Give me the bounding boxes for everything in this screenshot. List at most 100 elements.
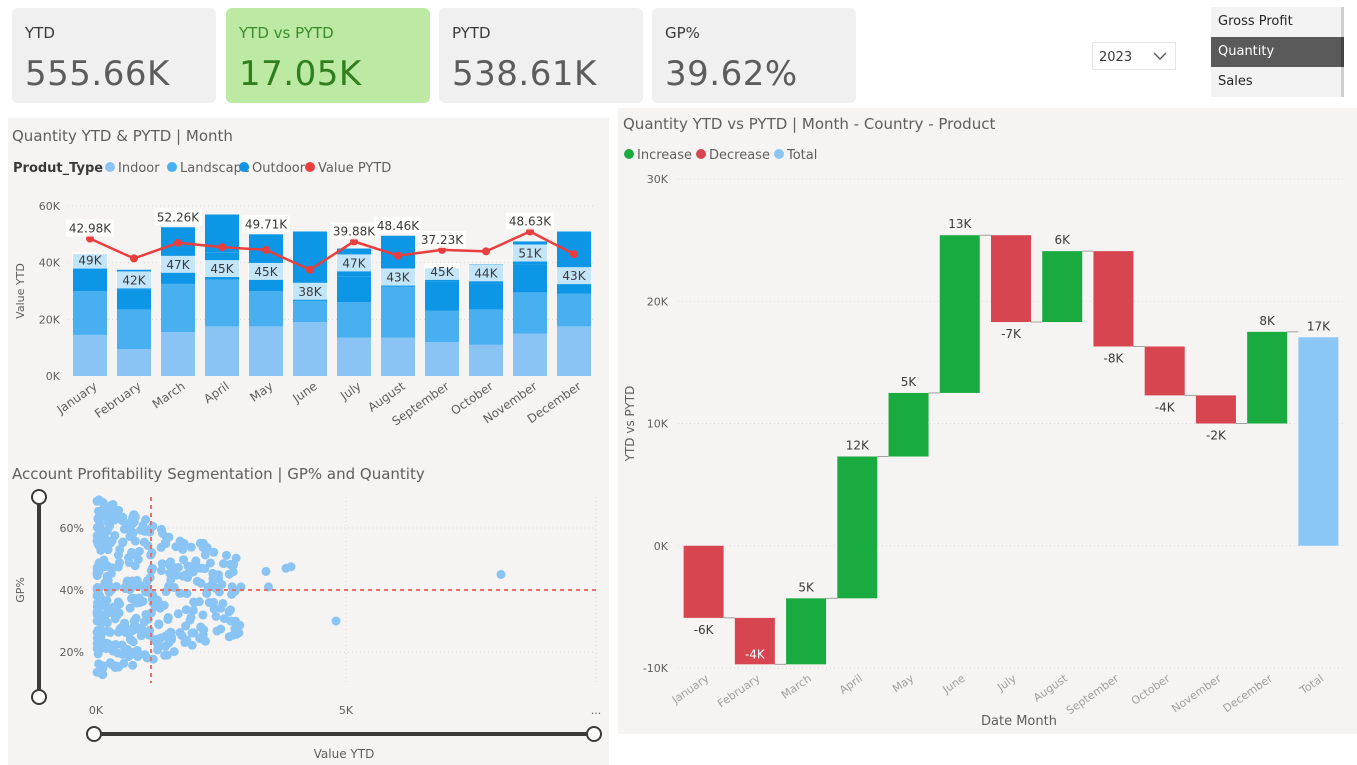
legend-title: Produt_Type xyxy=(13,161,103,176)
bar-segment xyxy=(337,337,371,376)
data-label: 42K xyxy=(122,273,146,287)
scatter-point xyxy=(207,579,217,589)
legend-label: Increase xyxy=(637,148,692,163)
bar-segment xyxy=(381,337,415,376)
scatter-point xyxy=(92,633,102,643)
scatter-point xyxy=(187,640,197,650)
bar-segment xyxy=(513,333,547,376)
pytd-point xyxy=(306,265,314,274)
waterfall-bar xyxy=(1093,251,1134,347)
bar-segment xyxy=(249,278,283,291)
data-label: 5K xyxy=(901,375,918,389)
bar-segment xyxy=(469,309,503,345)
y-tick-label: 30K xyxy=(647,173,669,186)
data-label: 44K xyxy=(474,266,498,280)
scatter-point xyxy=(93,649,103,659)
legend-marker xyxy=(305,162,315,172)
scatter-point xyxy=(331,616,341,626)
scatter-point xyxy=(132,598,142,608)
bar-segment xyxy=(117,309,151,350)
legend-label: Total xyxy=(786,148,817,163)
y-tick-label: 20% xyxy=(60,646,84,659)
data-label: -2K xyxy=(1206,429,1227,443)
scatter-point xyxy=(183,561,193,571)
scatter-point xyxy=(196,578,206,588)
kpi-value: 39.62% xyxy=(665,54,798,94)
year-dropdown[interactable]: 2023 xyxy=(1092,42,1176,70)
scatter-point xyxy=(129,579,139,589)
scatter-point xyxy=(105,521,115,531)
slicer-item-sales[interactable]: Sales xyxy=(1211,67,1344,97)
scatter-point xyxy=(99,502,109,512)
bar-segment xyxy=(469,283,503,310)
scatter-point xyxy=(94,583,104,593)
legend-marker xyxy=(239,162,249,172)
scatter-point xyxy=(225,559,235,569)
scatter-point xyxy=(221,550,231,560)
pytd-point xyxy=(482,247,490,256)
bar-segment xyxy=(293,322,327,376)
y-axis-label: Value YTD xyxy=(14,263,27,319)
x-tick-label: April xyxy=(837,672,865,697)
data-label: 47K xyxy=(166,258,190,272)
data-label: 43K xyxy=(562,269,586,283)
slicer-item-quantity[interactable]: Quantity xyxy=(1211,37,1344,67)
total-label: 39.88K xyxy=(333,224,376,238)
scatter-chart: 20% 40% 60% 0K 5K ... GP% Value YTD xyxy=(14,489,602,761)
bar-segment xyxy=(513,292,547,334)
waterfall-bar xyxy=(991,235,1031,323)
waterfall-bar xyxy=(1247,331,1288,424)
legend-marker xyxy=(105,162,115,172)
y-tick-label: 0K xyxy=(654,540,669,553)
y-axis-label: YTD vs PYTD xyxy=(623,386,637,463)
scatter-point xyxy=(110,530,120,540)
data-label: -6K xyxy=(694,623,715,637)
bar-segment xyxy=(161,283,195,333)
x-tick-label: September xyxy=(1064,672,1122,718)
bar-segment xyxy=(73,268,107,291)
scatter-point xyxy=(175,536,185,546)
legend-label: Indoor xyxy=(118,161,160,176)
data-label: 43K xyxy=(386,271,410,285)
x-tick-label: March xyxy=(779,672,814,702)
scatter-point xyxy=(94,516,104,526)
slicer-item-gross-profit[interactable]: Gross Profit xyxy=(1211,7,1344,37)
x-tick-label: February xyxy=(715,672,763,711)
scatter-point xyxy=(163,613,173,623)
legend-marker xyxy=(774,149,784,159)
x-range-slider-handle[interactable] xyxy=(586,726,602,742)
waterfall-bar xyxy=(786,598,827,665)
x-tick-label: June xyxy=(940,672,968,697)
bar-segment xyxy=(337,302,371,338)
bar-segment xyxy=(337,276,371,303)
scatter-point xyxy=(216,624,226,634)
scatter-point xyxy=(186,612,196,622)
pytd-point xyxy=(174,238,182,247)
y-axis-label: GP% xyxy=(14,577,27,603)
y-range-slider-handle[interactable] xyxy=(31,489,47,505)
scatter-point xyxy=(110,614,120,624)
scatter-point xyxy=(286,562,296,572)
x-tick-label: December xyxy=(1221,672,1276,716)
y-tick-label: 60K xyxy=(39,200,61,213)
scatter-point xyxy=(136,525,146,535)
scatter-point xyxy=(224,607,234,617)
x-tick-label: May xyxy=(247,379,275,405)
data-label: 5K xyxy=(798,580,815,594)
scatter-point xyxy=(205,558,215,568)
bar-segment xyxy=(293,300,327,323)
bar-segment xyxy=(425,281,459,311)
scatter-point xyxy=(130,561,140,571)
legend-marker xyxy=(696,149,706,159)
x-tick-label: October xyxy=(1129,672,1173,708)
y-tick-label: 60% xyxy=(60,522,84,535)
bar-segment xyxy=(381,286,415,338)
total-label: 42.98K xyxy=(69,222,112,236)
y-tick-label: 10K xyxy=(647,418,669,431)
scatter-point xyxy=(128,519,138,529)
x-tick-label: May xyxy=(890,672,916,696)
bar-segment xyxy=(205,279,239,327)
x-range-slider-handle[interactable] xyxy=(86,726,102,742)
y-range-slider-handle[interactable] xyxy=(31,689,47,705)
kpi-card-gp-percent: GP% 39.62% xyxy=(652,8,856,103)
